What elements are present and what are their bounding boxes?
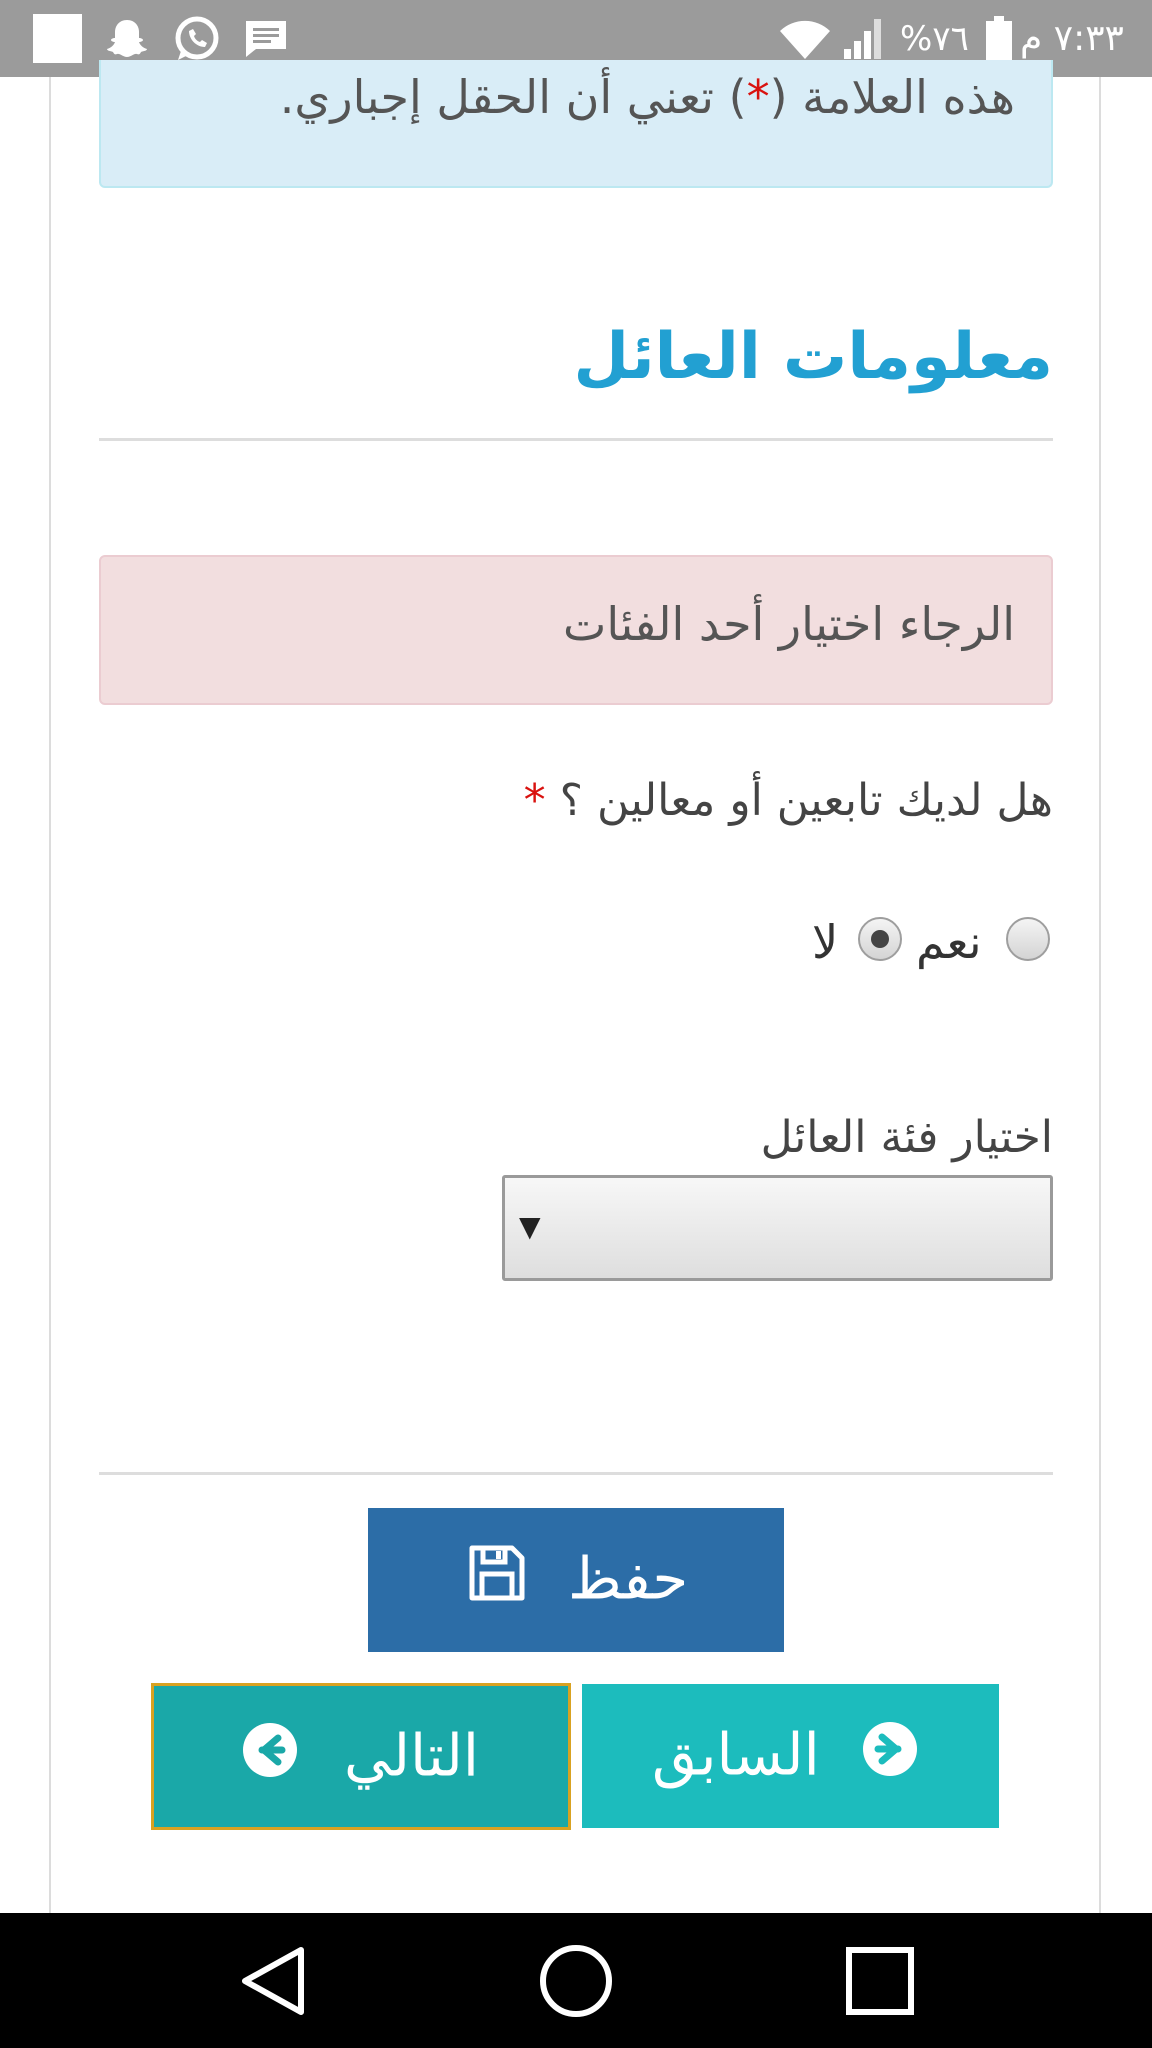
next-button-label: التالي bbox=[344, 1721, 479, 1790]
home-icon[interactable] bbox=[534, 1941, 618, 2021]
error-alert-text: الرجاء اختيار أحد الفئات bbox=[563, 597, 1015, 651]
android-nav-bar bbox=[0, 1913, 1152, 2048]
radio-no-label[interactable]: لا bbox=[812, 915, 838, 969]
radio-no[interactable] bbox=[858, 917, 902, 961]
section-divider bbox=[99, 438, 1053, 441]
required-star: * bbox=[523, 775, 546, 826]
dependents-question: هل لديك تابعين أو معالين ؟ * bbox=[524, 775, 1053, 826]
radio-yes-label[interactable]: نعم bbox=[916, 915, 982, 969]
radio-yes[interactable] bbox=[1006, 917, 1050, 961]
error-alert: الرجاء اختيار أحد الفئات bbox=[99, 555, 1053, 705]
info-text-after: ) تعني أن الحقل إجباري. bbox=[279, 70, 747, 124]
info-alert-text: هذه العلامة (*) تعني أن الحقل إجباري. bbox=[280, 70, 1015, 124]
arrow-right-circle-icon bbox=[862, 1721, 918, 1791]
select-label: اختيار فئة العائل bbox=[760, 1112, 1053, 1163]
dependent-category-select[interactable]: ▼ bbox=[502, 1175, 1053, 1281]
save-button-label: حفظ bbox=[568, 1544, 689, 1613]
previous-button[interactable]: السابق bbox=[582, 1684, 999, 1828]
floppy-disk-icon bbox=[468, 1544, 526, 1616]
save-button[interactable]: حفظ bbox=[368, 1508, 784, 1652]
app-square-icon bbox=[33, 0, 82, 77]
question-text: هل لديك تابعين أو معالين ؟ bbox=[559, 775, 1053, 826]
previous-button-label: السابق bbox=[652, 1720, 820, 1789]
required-star: * bbox=[746, 70, 770, 124]
footer-divider bbox=[99, 1472, 1053, 1475]
section-title: معلومات العائل bbox=[573, 320, 1053, 394]
recents-icon[interactable] bbox=[840, 1941, 920, 2021]
chevron-down-icon: ▼ bbox=[519, 1210, 541, 1243]
next-button[interactable]: التالي bbox=[151, 1683, 571, 1830]
back-icon[interactable] bbox=[232, 1941, 312, 2021]
arrow-left-circle-icon bbox=[242, 1722, 298, 1792]
info-text-before: هذه العلامة ( bbox=[769, 70, 1015, 124]
info-alert: هذه العلامة (*) تعني أن الحقل إجباري. bbox=[99, 60, 1053, 188]
